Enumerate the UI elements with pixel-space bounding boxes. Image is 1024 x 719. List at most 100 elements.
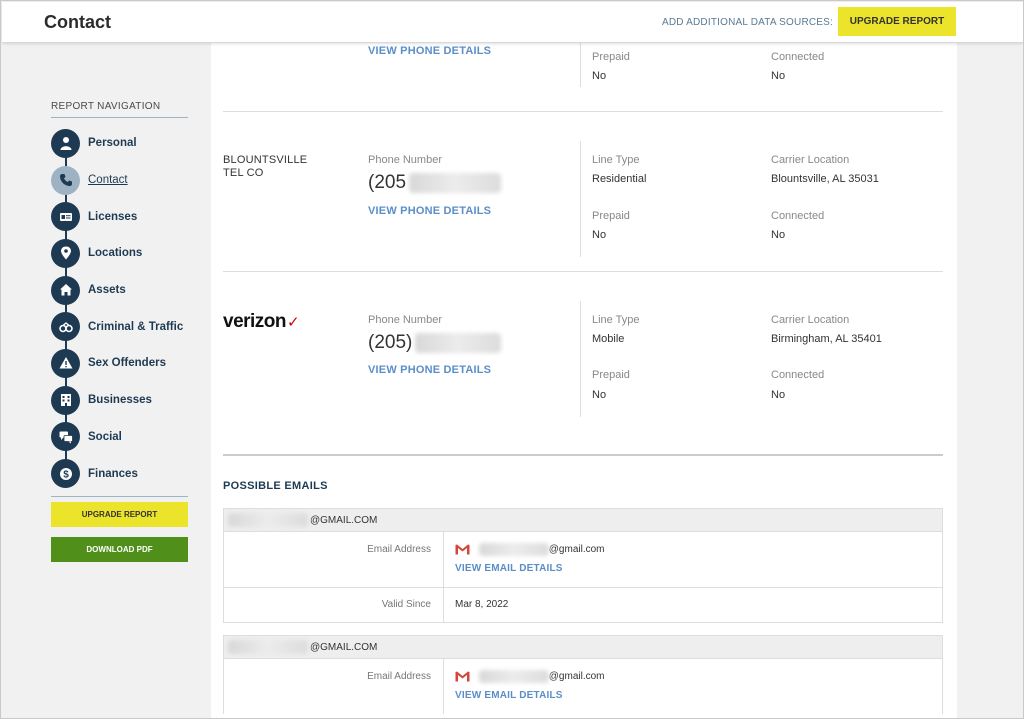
sidebar-item-licenses[interactable]: Licenses — [51, 198, 189, 235]
valid-since-row: Valid Since Mar 8, 2022 — [224, 587, 942, 622]
sidebar-item-finances[interactable]: $ Finances — [51, 455, 189, 492]
chat-icon — [51, 422, 80, 452]
email-address-domain: @gmail.com — [548, 544, 605, 555]
possible-emails-heading: POSSIBLE EMAILS — [223, 480, 328, 492]
main-content: VIEW PHONE DETAILS Prepaid No Connected … — [211, 43, 957, 718]
sidebar-item-contact[interactable]: Contact — [51, 162, 189, 199]
sidebar-item-criminal-traffic[interactable]: Criminal & Traffic — [51, 308, 189, 345]
carrier-location-label: Carrier Location — [771, 314, 850, 326]
prepaid-value: No — [592, 229, 607, 241]
email-address-cell: @gmail.com VIEW EMAIL DETAILS — [444, 532, 942, 587]
phone-number-value: (205) — [368, 332, 413, 353]
sidebar-item-label: Assets — [88, 284, 126, 297]
email-record: @GMAIL.COM Email Address @gmail.com VIEW… — [223, 508, 943, 623]
sidebar-item-label: Finances — [88, 467, 138, 480]
connected-value: No — [771, 389, 786, 401]
view-phone-details-link[interactable]: VIEW PHONE DETAILS — [368, 205, 491, 217]
sidebar-item-sex-offenders[interactable]: Sex Offenders — [51, 345, 189, 382]
connected-label: Connected — [771, 369, 825, 381]
connected-value: No — [771, 70, 786, 82]
sidebar-item-label: Contact — [88, 174, 128, 187]
column-divider — [580, 301, 581, 417]
view-phone-details-link[interactable]: VIEW PHONE DETAILS — [368, 45, 491, 57]
redacted-phone — [409, 173, 501, 193]
sidebar-item-label: Sex Offenders — [88, 357, 166, 370]
connected-value: No — [771, 229, 786, 241]
redacted-email-user — [228, 513, 308, 527]
nav-list: Personal Contact Licenses Locations Asse… — [51, 125, 189, 492]
sidebar-item-label: Personal — [88, 137, 137, 150]
sidebar-upgrade-report-button[interactable]: UPGRADE REPORT — [51, 501, 188, 527]
row-divider — [223, 111, 943, 112]
email-header-domain: @GMAIL.COM — [310, 641, 378, 653]
phone-icon — [51, 165, 80, 195]
prepaid-label: Prepaid — [592, 369, 630, 381]
warning-icon — [51, 348, 80, 378]
handcuffs-icon — [51, 312, 80, 342]
phone-number-label: Phone Number — [368, 314, 442, 326]
carrier-location-label: Carrier Location — [771, 154, 850, 166]
house-icon — [51, 275, 80, 305]
sidebar-divider — [51, 495, 188, 497]
app-window: Contact ADD ADDITIONAL DATA SOURCES: UPG… — [0, 0, 1024, 719]
prepaid-value: No — [592, 389, 607, 401]
phone-number-label: Phone Number — [368, 154, 442, 166]
email-address-label: Email Address — [224, 659, 444, 714]
connected-label: Connected — [771, 51, 825, 63]
column-divider — [580, 43, 581, 87]
sidebar-item-social[interactable]: Social — [51, 419, 189, 456]
valid-since-value: Mar 8, 2022 — [455, 599, 509, 610]
sidebar-item-personal[interactable]: Personal — [51, 125, 189, 162]
page-title: Contact — [44, 12, 111, 32]
id-card-icon — [51, 202, 80, 232]
dollar-icon: $ — [51, 459, 80, 489]
view-phone-details-link[interactable]: VIEW PHONE DETAILS — [368, 364, 491, 376]
email-record-header: @GMAIL.COM — [224, 509, 942, 531]
redacted-email-user — [478, 670, 549, 683]
carrier-name: BLOUNTSVILLE TEL CO — [223, 154, 308, 179]
line-type-value: Residential — [592, 173, 647, 185]
carrier-location-value: Birmingham, AL 35401 — [771, 333, 882, 345]
sidebar-item-label: Licenses — [88, 210, 138, 223]
redacted-phone — [415, 333, 501, 353]
verizon-logo: verizon✓ — [223, 311, 300, 333]
valid-since-label: Valid Since — [224, 588, 444, 622]
prepaid-value: No — [592, 70, 607, 82]
prepaid-label: Prepaid — [592, 51, 630, 63]
email-header-domain: @GMAIL.COM — [310, 514, 378, 526]
row-divider — [223, 271, 943, 272]
phone-number-value: (205 — [368, 172, 407, 193]
verizon-check-mark: ✓ — [287, 314, 300, 331]
email-record: @GMAIL.COM Email Address @gmail.com VIEW… — [223, 635, 943, 714]
email-record-header: @GMAIL.COM — [224, 636, 942, 658]
svg-text:$: $ — [63, 469, 69, 480]
prepaid-label: Prepaid — [592, 210, 630, 222]
nav-heading: REPORT NAVIGATION — [51, 101, 188, 118]
sidebar-item-locations[interactable]: Locations — [51, 235, 189, 272]
map-pin-icon — [51, 238, 80, 268]
redacted-email-user — [478, 543, 549, 556]
email-address-row: Email Address @gmail.com VIEW EMAIL DETA… — [224, 531, 942, 587]
sidebar-item-label: Locations — [88, 247, 143, 260]
line-type-value: Mobile — [592, 333, 625, 345]
sidebar-item-assets[interactable]: Assets — [51, 272, 189, 309]
header-bar: Contact ADD ADDITIONAL DATA SOURCES: UPG… — [2, 2, 1023, 43]
sidebar-item-label: Social — [88, 430, 122, 443]
person-icon — [51, 128, 80, 158]
section-divider — [223, 454, 943, 456]
view-email-details-link[interactable]: VIEW EMAIL DETAILS — [455, 690, 942, 701]
verizon-logo-text: verizon — [223, 311, 287, 332]
sidebar-item-businesses[interactable]: Businesses — [51, 382, 189, 419]
download-pdf-button[interactable]: DOWNLOAD PDF — [51, 536, 188, 562]
email-address-cell: @gmail.com VIEW EMAIL DETAILS — [444, 659, 942, 714]
gmail-icon — [455, 544, 470, 555]
gmail-icon — [455, 671, 470, 682]
email-address-row: Email Address @gmail.com VIEW EMAIL DETA… — [224, 658, 942, 714]
upgrade-report-button[interactable]: UPGRADE REPORT — [838, 7, 956, 36]
view-email-details-link[interactable]: VIEW EMAIL DETAILS — [455, 563, 942, 574]
line-type-label: Line Type — [592, 154, 640, 166]
email-address-label: Email Address — [224, 532, 444, 587]
report-navigation: REPORT NAVIGATION Personal Contact Licen… — [51, 101, 189, 562]
column-divider — [580, 141, 581, 257]
carrier-location-value: Blountsville, AL 35031 — [771, 173, 879, 185]
